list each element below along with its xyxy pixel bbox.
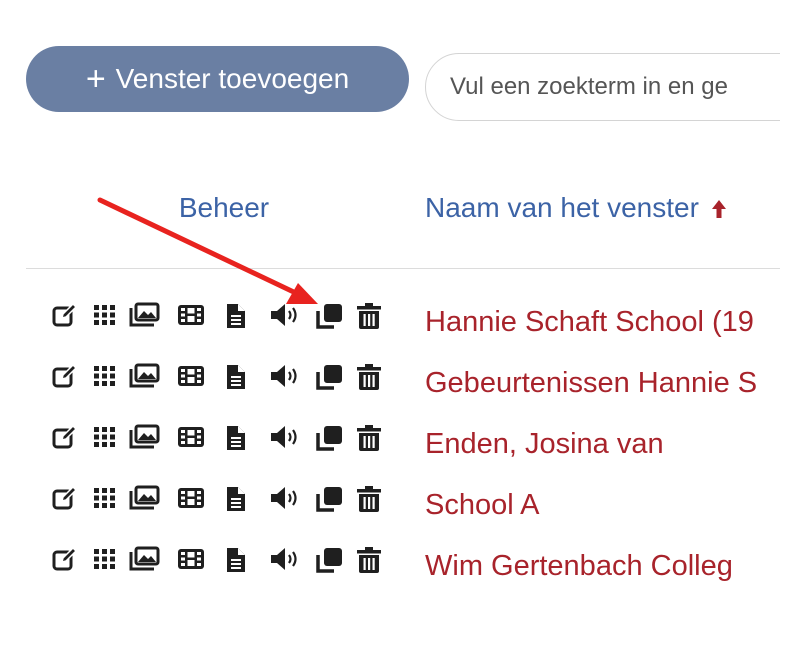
table-row: Gebeurtenissen Hannie S [0,351,800,412]
table-row: School A [0,473,800,534]
search-input[interactable] [425,53,800,121]
header-divider [26,268,800,269]
window-name-link[interactable]: School A [425,489,539,522]
window-table-body: Hannie Schaft School (19 Gebeurtenissen H… [0,290,800,608]
table-row: Enden, Josina van [0,412,800,473]
add-window-button[interactable]: + Venster toevoegen [26,46,409,112]
add-window-label: Venster toevoegen [115,63,350,94]
window-name-link[interactable]: Gebeurtenissen Hannie S [425,367,757,400]
column-header-beheer: Beheer [178,192,270,223]
table-row: Hannie Schaft School (19 [0,290,800,351]
sort-up-arrow-icon[interactable] [711,194,727,226]
table-row: Wim Gertenbach Colleg [0,534,800,595]
window-name-link[interactable]: Wim Gertenbach Colleg [425,550,733,583]
column-header-name[interactable]: Naam van het venster [425,192,727,226]
viewport-edge [780,0,800,650]
column-header-name-label: Naam van het venster [425,192,699,223]
window-name-link[interactable]: Enden, Josina van [425,428,664,461]
plus-icon: + [85,60,106,98]
window-name-link[interactable]: Hannie Schaft School (19 [425,306,754,339]
